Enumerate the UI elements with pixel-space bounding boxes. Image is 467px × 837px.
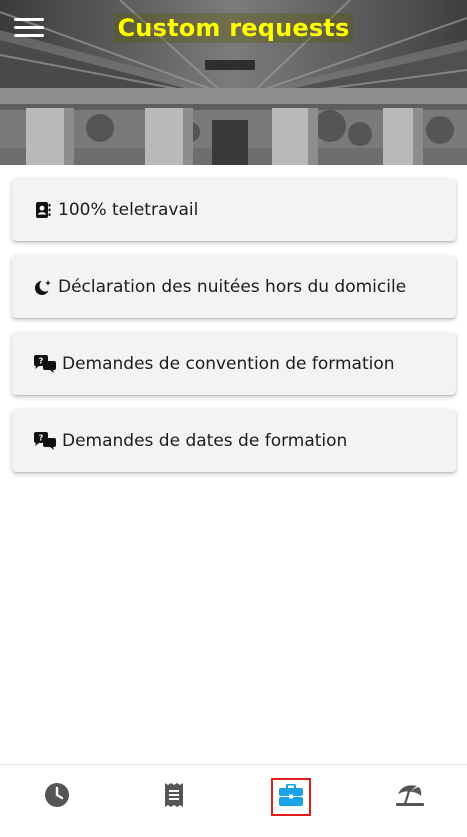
svg-text:?: ? (39, 433, 44, 442)
question-comments-icon: ? (32, 353, 58, 375)
moon-stars-icon (32, 276, 54, 298)
beach-umbrella-icon (395, 782, 425, 812)
receipt-icon (164, 782, 184, 812)
page-title: Custom requests (0, 13, 467, 43)
app-screen: Custom requests 100% teletravail Déclara… (0, 0, 467, 837)
header-banner: Custom requests (0, 0, 467, 165)
request-item-dates-formation[interactable]: ? Demandes de dates de formation (12, 409, 456, 472)
request-label: Déclaration des nuitées hors du domicile (58, 276, 407, 297)
bottom-navigation (0, 764, 467, 837)
nav-item-custom-requests[interactable] (271, 778, 311, 816)
clock-icon (44, 782, 70, 812)
request-item-teletravail[interactable]: 100% teletravail (12, 178, 456, 241)
nav-item-expenses[interactable] (154, 778, 194, 816)
nav-item-leave[interactable] (390, 778, 430, 816)
nav-item-history[interactable] (37, 778, 77, 816)
svg-text:?: ? (39, 356, 44, 365)
request-label: Demandes de dates de formation (62, 430, 348, 451)
briefcase-icon (278, 783, 304, 810)
request-label: Demandes de convention de formation (62, 353, 395, 374)
page-title-text: Custom requests (114, 13, 353, 43)
question-comments-icon: ? (32, 430, 58, 452)
request-list: 100% teletravail Déclaration des nuitées… (12, 178, 456, 486)
request-item-nuitees[interactable]: Déclaration des nuitées hors du domicile (12, 255, 456, 318)
request-item-convention-formation[interactable]: ? Demandes de convention de formation (12, 332, 456, 395)
request-label: 100% teletravail (58, 199, 199, 220)
contact-book-icon (32, 199, 54, 221)
